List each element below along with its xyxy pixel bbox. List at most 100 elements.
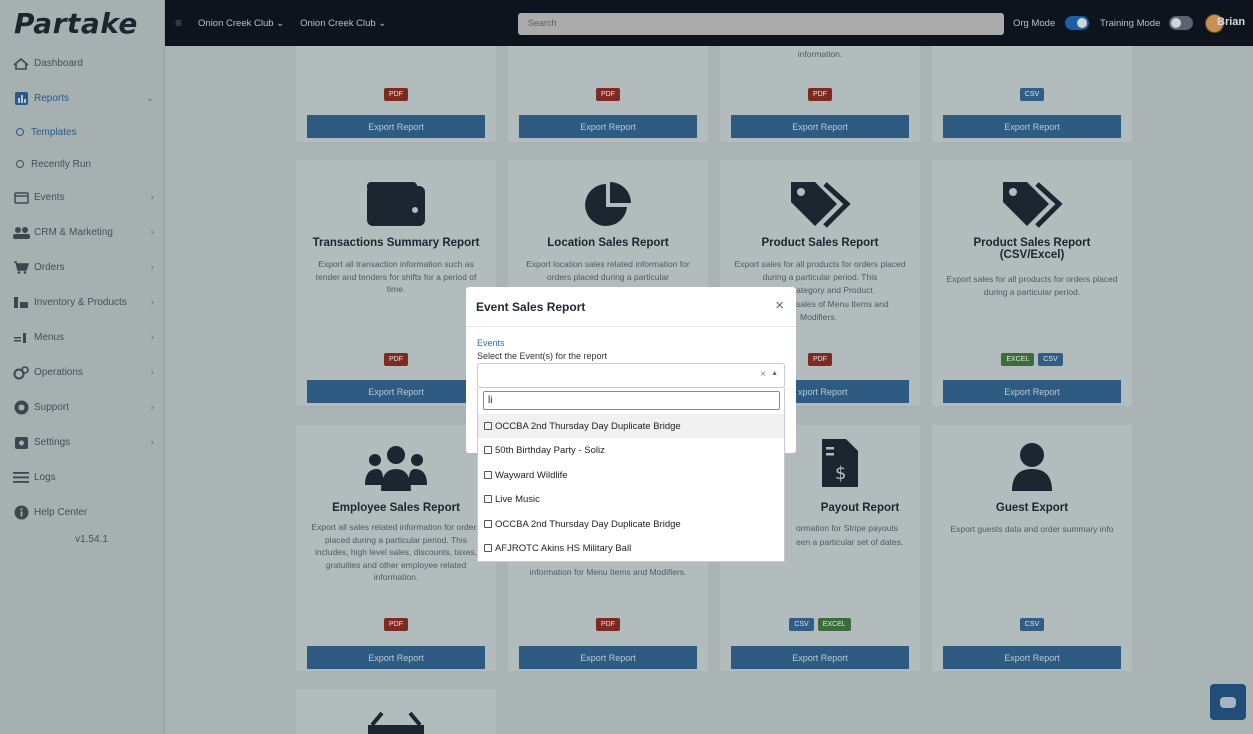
chart-icon [12,92,30,106]
sidebar-item-crm[interactable]: CRM & Marketing › [0,215,164,250]
sidebar-item-dashboard[interactable]: Dashboard [0,46,164,81]
export-report-button[interactable]: Export Report [943,646,1121,669]
list-icon [12,471,30,485]
report-card: Employee Sales Report Export all sales r… [296,425,496,671]
sidebar-item-settings[interactable]: Settings › [0,425,164,460]
app-logo[interactable]: Partake [0,0,164,46]
box-icon [12,296,30,310]
event-option[interactable]: Wayward Wildlife [478,463,784,487]
sidebar-item-operations[interactable]: Operations › [0,355,164,390]
events-dropdown: li OCCBA 2nd Thursday Day Duplicate Brid… [477,388,785,562]
pdf-badge: PDF [808,353,832,366]
export-report-button[interactable]: Export Report [943,115,1121,138]
events-search-input[interactable]: li [483,391,780,410]
report-card: Guest Export Export guests data and orde… [932,425,1132,671]
pdf-badge: PDF [596,88,620,101]
sidebar-item-help-center[interactable]: Help Center [0,495,164,530]
support-icon [12,400,30,415]
club-selector-secondary[interactable]: Onion Creek Club ⌄ [300,18,386,29]
chevron-right-icon: › [150,192,154,203]
sidebar-item-label: Help Center [34,507,88,518]
export-report-button[interactable]: Export Report [731,646,909,669]
report-description-line: een a particular set of dates. [796,537,904,547]
sidebar-item-recently-run[interactable]: Recently Run [0,148,164,180]
user-name[interactable]: Brian [1217,16,1245,28]
export-report-button[interactable]: Export Report [307,115,485,138]
report-title: Product Sales Report [761,237,879,249]
event-option[interactable]: OCCBA 2nd Thursday Day Duplicate Bridge [478,512,784,536]
events-field-help: Select the Event(s) for the report [477,351,608,361]
sidebar-item-logs[interactable]: Logs [0,460,164,495]
people-icon [12,226,30,240]
report-title: Employee Sales Report [332,502,460,514]
sidebar-item-label: Orders [34,262,65,273]
cog-icon [12,365,30,380]
sidebar-item-events[interactable]: Events › [0,180,164,215]
csv-badge: CSV [1019,618,1045,631]
tags-icon [932,180,1132,228]
sidebar-item-label: Support [34,402,70,413]
checkbox-icon[interactable] [484,422,492,430]
export-report-button[interactable]: Export Report [307,380,485,403]
training-mode-toggle[interactable] [1169,16,1193,30]
event-option-label: AFJROTC Akins HS Military Ball [495,542,632,554]
tags-icon [720,180,920,228]
report-description: Export all sales related information for… [311,522,481,582]
chevron-right-icon: › [150,437,154,448]
sidebar-item-reports[interactable]: Reports ⌄ [0,81,164,116]
export-report-button[interactable]: Export Report [731,115,909,138]
report-description: information. [797,49,843,59]
sidebar-item-inventory[interactable]: Inventory & Products › [0,285,164,320]
event-option-label: Live Music [495,493,540,505]
csv-badge: CSV [789,618,814,631]
events-select[interactable]: × ▲ [477,363,785,388]
checkbox-icon[interactable] [484,495,492,503]
report-title: Location Sales Report [547,237,669,249]
org-mode-toggle[interactable] [1065,16,1089,30]
chevron-right-icon: › [150,332,154,343]
sidebar-item-orders[interactable]: Orders › [0,250,164,285]
pie-chart-icon [508,180,708,230]
close-icon[interactable]: × [775,298,784,313]
sidebar-item-label: Recently Run [31,158,92,170]
export-report-button[interactable]: Export Report [519,646,697,669]
report-title: Product Sales Report (CSV/Excel) [973,237,1091,261]
checkbox-icon[interactable] [484,446,492,454]
checkbox-icon[interactable] [484,471,492,479]
clear-icon[interactable]: × [760,369,766,380]
pdf-badge: PDF [384,618,408,631]
sidebar-item-support[interactable]: Support › [0,390,164,425]
event-option[interactable]: 50th Birthday Party - Soliz [478,438,784,462]
basket-icon [296,711,496,734]
sidebar-item-templates[interactable]: Templates [0,116,164,148]
search-input[interactable]: Search [518,13,1004,35]
top-bar: ≡ Onion Creek Club ⌄ Onion Creek Club ⌄ … [165,0,1253,46]
export-report-button[interactable]: Export Report [307,646,485,669]
checkbox-icon[interactable] [484,520,492,528]
event-option-label: OCCBA 2nd Thursday Day Duplicate Bridge [495,518,681,530]
report-description-line: sales of Menu Items and [796,299,889,309]
sidebar-item-menus[interactable]: Menus › [0,320,164,355]
chevron-down-icon: ⌄ [145,93,154,104]
event-option[interactable]: AFJROTC Akins HS Military Ball [478,536,784,560]
hamburger-icon[interactable]: ≡ [175,16,182,30]
caret-up-icon[interactable]: ▲ [771,370,778,377]
sidebar-item-label: Templates [31,126,77,138]
event-option[interactable]: Live Music [478,487,784,511]
club-selector[interactable]: Onion Creek Club ⌄ [198,18,284,29]
chevron-right-icon: › [150,402,154,413]
app-version: v1.54.1 [75,534,108,545]
pdf-badge: PDF [384,88,408,101]
user-icon [932,443,1132,491]
event-option[interactable]: OCCBA 2nd Thursday Day Duplicate Bridge [478,414,784,438]
export-report-button[interactable]: Export Report [519,115,697,138]
gear-icon [12,436,30,450]
org-mode-label: Org Mode [1013,18,1056,29]
sidebar-item-label: Operations [34,367,83,378]
report-description-line: Modifiers. [800,312,837,322]
report-title: Payout Report [820,502,900,514]
export-report-button[interactable]: Export Report [943,380,1121,403]
info-icon [12,505,30,520]
chat-widget-button[interactable] [1210,684,1246,720]
checkbox-icon[interactable] [484,544,492,552]
